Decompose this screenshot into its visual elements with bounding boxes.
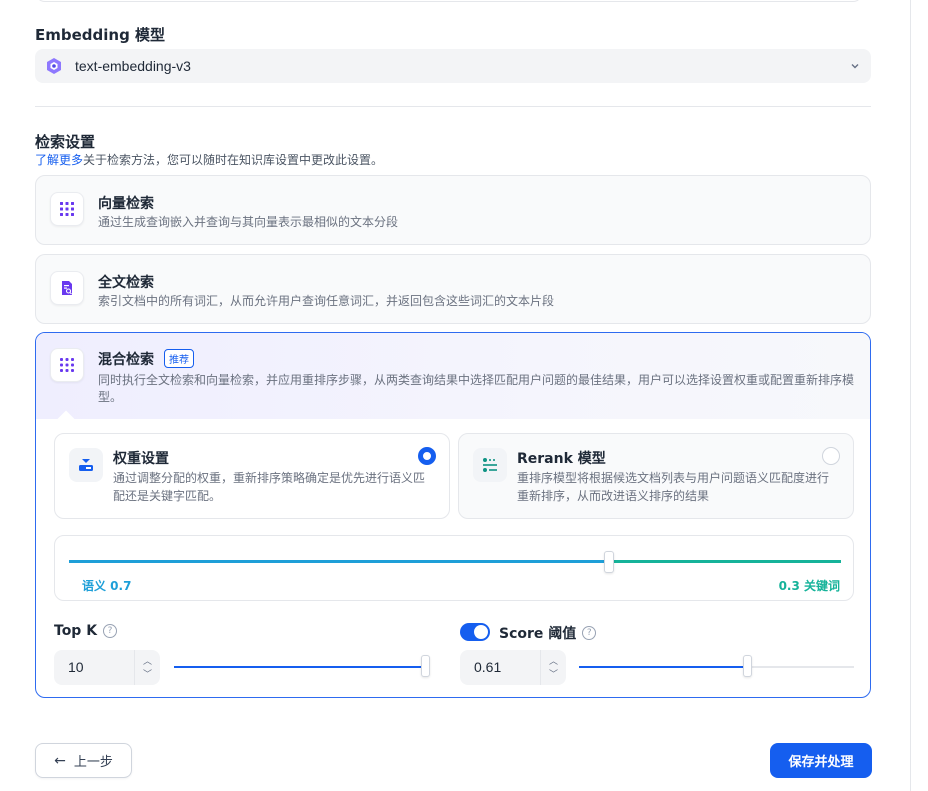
learn-more-link[interactable]: 了解更多	[35, 153, 83, 167]
embedding-section-title: Embedding 模型	[35, 26, 166, 44]
hybrid-search-title: 混合检索	[98, 352, 154, 368]
weighted-score-desc: 通过调整分配的权重，重新排序策略确定是优先进行语义匹配还是关键字匹配。	[113, 471, 426, 503]
fulltext-search-desc: 索引文档中的所有词汇，从而允许用户查询任意词汇，并返回包含这些词汇的文本片段	[98, 294, 555, 308]
model-provider-logo-icon	[47, 58, 61, 74]
semantic-weight-track[interactable]	[69, 560, 609, 563]
weight-slider-thumb[interactable]	[604, 551, 614, 573]
embedding-model-select[interactable]: text-embedding-v3	[35, 49, 871, 83]
weight-slider-panel: 语义 0.7 0.3 关键词	[54, 535, 854, 601]
score-threshold-slider-thumb[interactable]	[743, 655, 752, 677]
right-panel-edge	[910, 0, 928, 791]
hybrid-grid-icon	[50, 348, 84, 382]
vector-search-title: 向量检索	[98, 196, 154, 212]
retrieval-subtitle-text: 关于检索方法，您可以随时在知识库设置中更改此设置。	[83, 153, 384, 167]
document-search-icon	[50, 271, 84, 305]
previous-step-button[interactable]: ← 上一步	[35, 743, 132, 778]
chevron-down-icon[interactable]: ﹀	[143, 668, 152, 681]
hybrid-search-desc: 同时执行全文检索和向量检索，并应用重排序步骤，从两类查询结果中选择匹配用户问题的…	[98, 373, 855, 404]
score-threshold-toggle[interactable]	[460, 623, 490, 641]
rerank-icon	[473, 448, 507, 482]
embedding-model-value: text-embedding-v3	[75, 58, 191, 74]
hybrid-search-header: 混合检索 推荐 同时执行全文检索和向量检索，并应用重排序步骤，从两类查询结果中选…	[36, 333, 870, 419]
rerank-model-radio[interactable]	[822, 447, 840, 465]
score-threshold-label-text: Score 阈值	[499, 626, 577, 642]
retrieval-subtitle: 了解更多关于检索方法，您可以随时在知识库设置中更改此设置。	[35, 151, 383, 168]
chevron-down-icon	[851, 64, 859, 69]
recommended-badge: 推荐	[164, 349, 194, 368]
chevron-down-icon[interactable]: ﹀	[549, 668, 558, 681]
vector-grid-icon	[50, 192, 84, 226]
fulltext-search-title: 全文检索	[98, 275, 154, 291]
top-k-stepper[interactable]: ︿ ﹀	[134, 650, 160, 685]
help-icon[interactable]: ?	[582, 626, 597, 640]
weighted-score-option[interactable]: 权重设置 通过调整分配的权重，重新排序策略确定是优先进行语义匹配还是关键字匹配。	[54, 433, 450, 519]
rerank-model-option[interactable]: Rerank 模型 重排序模型将根据候选文档列表与用户问题语义匹配度进行重新排序…	[458, 433, 854, 519]
vector-search-desc: 通过生成查询嵌入并查询与其向量表示最相似的文本分段	[98, 215, 399, 229]
rerank-model-desc: 重排序模型将根据候选文档列表与用户问题语义匹配度进行重新排序，从而改进语义排序的…	[517, 471, 830, 503]
previous-step-label: 上一步	[73, 755, 113, 770]
weighted-score-radio[interactable]	[418, 447, 436, 465]
semantic-weight-label: 语义 0.7	[82, 579, 132, 593]
help-icon[interactable]: ?	[103, 624, 118, 638]
arrow-left-icon: ←	[54, 752, 66, 769]
vector-search-option[interactable]: 向量检索 通过生成查询嵌入并查询与其向量表示最相似的文本分段	[35, 175, 871, 245]
hybrid-search-option[interactable]: 混合检索 推荐 同时执行全文检索和向量检索，并应用重排序步骤，从两类查询结果中选…	[35, 332, 871, 698]
rerank-model-title: Rerank 模型	[517, 451, 606, 467]
score-threshold-slider-fill	[579, 666, 747, 668]
chevron-up-icon[interactable]: ︿	[549, 655, 558, 668]
save-and-process-button[interactable]: 保存并处理	[770, 743, 872, 778]
score-threshold-stepper[interactable]: ︿ ﹀	[540, 650, 566, 685]
top-k-slider-thumb[interactable]	[421, 655, 430, 677]
top-k-slider-fill	[174, 666, 430, 668]
score-threshold-value: 0.61	[474, 659, 502, 675]
chevron-up-icon[interactable]: ︿	[143, 655, 152, 668]
score-threshold-input[interactable]: 0.61 ︿ ﹀	[460, 650, 566, 685]
fulltext-search-option[interactable]: 全文检索 索引文档中的所有词汇，从而允许用户查询任意词汇，并返回包含这些词汇的文…	[35, 254, 871, 324]
score-threshold-label: Score 阈值 ?	[499, 623, 597, 643]
keyword-weight-label: 0.3 关键词	[778, 579, 840, 593]
previous-card-edge	[35, 0, 863, 2]
top-k-value: 10	[68, 659, 84, 675]
top-k-slider[interactable]	[174, 655, 430, 677]
top-k-label-text: Top K	[54, 623, 98, 639]
retrieval-section-title: 检索设置	[35, 133, 96, 151]
score-threshold-slider[interactable]	[579, 655, 854, 677]
top-k-input[interactable]: 10 ︿ ﹀	[54, 650, 160, 685]
top-k-label: Top K ?	[54, 623, 118, 639]
weight-settings-icon	[69, 448, 103, 482]
weighted-score-title: 权重设置	[113, 451, 169, 467]
keyword-weight-track[interactable]	[609, 560, 841, 563]
section-divider	[35, 106, 871, 107]
